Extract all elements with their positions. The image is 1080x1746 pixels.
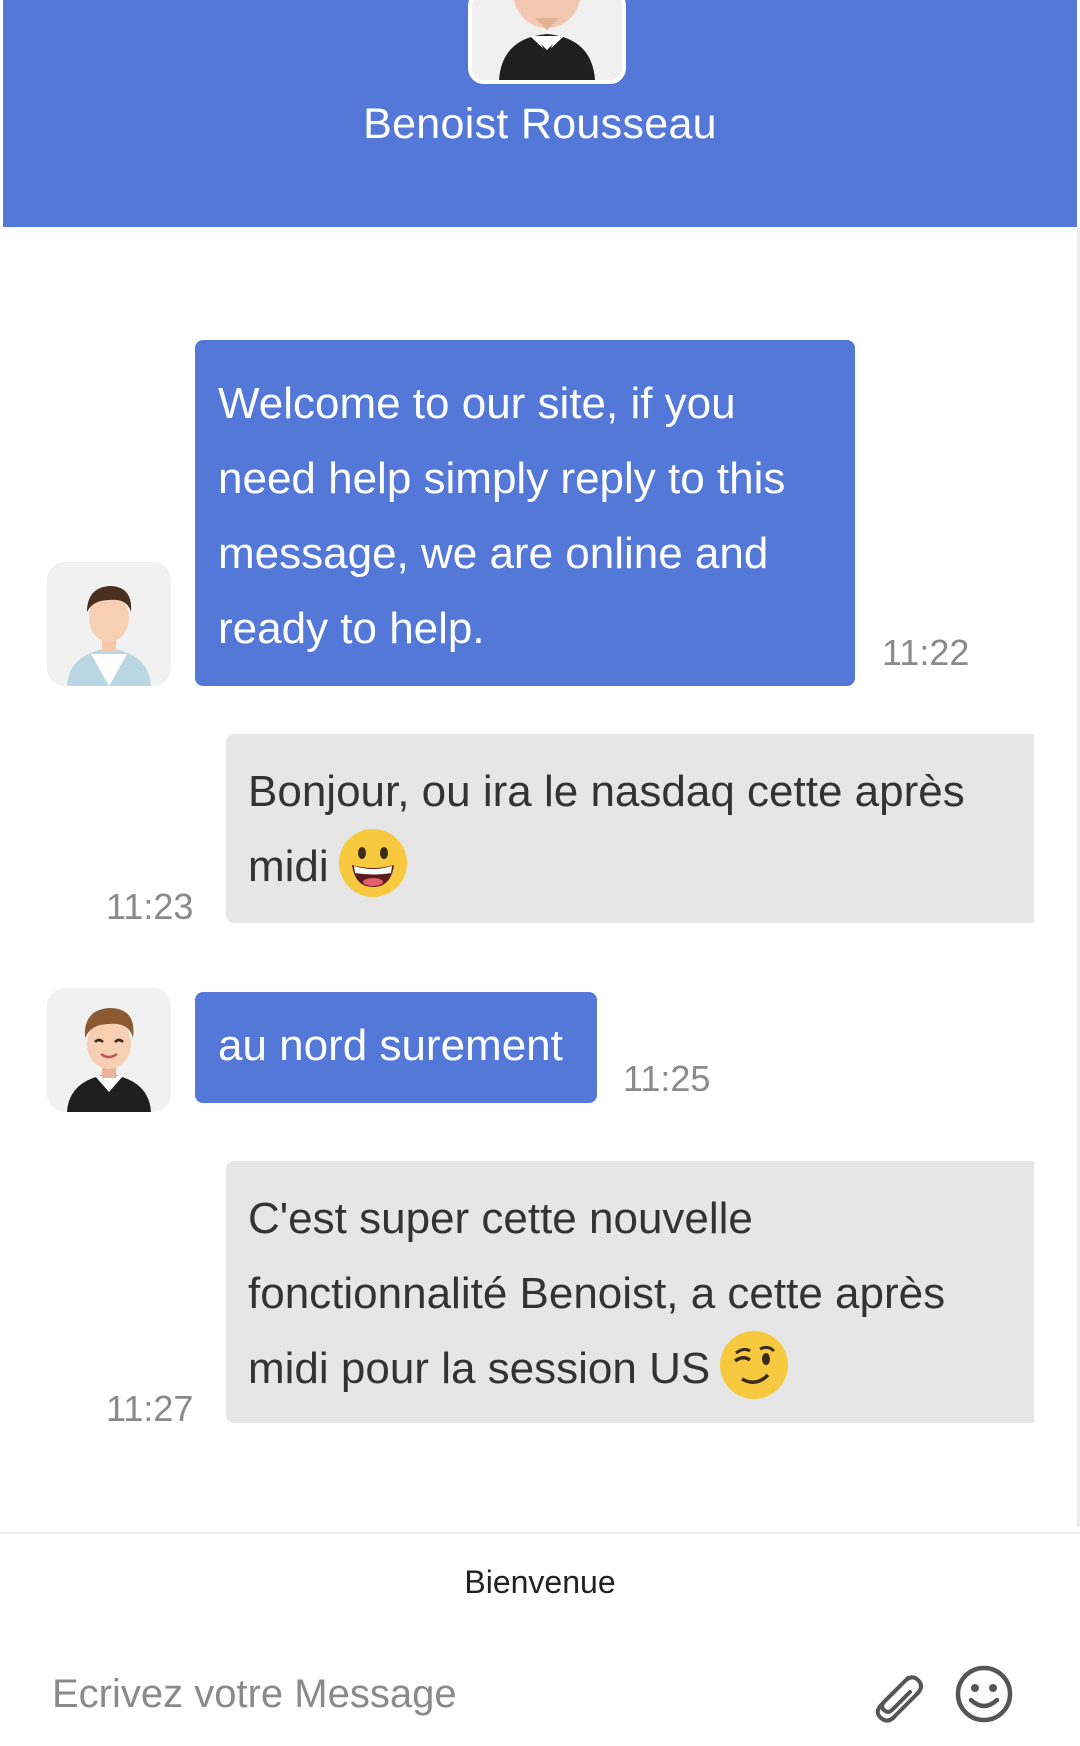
message-timestamp: 11:25 [623, 1058, 711, 1099]
contact-name: Benoist Rousseau [363, 100, 717, 148]
message-text: C'est super cette nouvelle fonctionnalit… [248, 1194, 946, 1393]
message-bubble[interactable]: Welcome to our site, if you need help si… [195, 340, 855, 686]
grinning-face-icon [338, 829, 407, 898]
message-input[interactable] [52, 1664, 812, 1724]
message-text: au nord surement [218, 1021, 563, 1070]
chat-screen: Benoist Rousseau Welcome to our site, if… [0, 0, 1080, 1746]
message-timestamp: 11:27 [106, 1388, 194, 1429]
attach-button[interactable] [864, 1664, 928, 1728]
message-bubble[interactable]: au nord surement [195, 992, 597, 1103]
user-avatar-icon [47, 988, 171, 1112]
paperclip-icon [875, 1675, 923, 1723]
message-avatar [47, 562, 171, 686]
message-bubble[interactable]: C'est super cette nouvelle fonctionnalit… [226, 1161, 1034, 1424]
chat-header: Benoist Rousseau [3, 0, 1077, 227]
welcome-banner: Bienvenue [464, 1564, 616, 1600]
smiley-icon [955, 1665, 1013, 1723]
agent-avatar-icon [472, 0, 622, 80]
agent-avatar [468, 0, 626, 84]
user-avatar-icon [47, 562, 171, 686]
winking-face-icon [720, 1331, 789, 1400]
composer: Bienvenue [0, 1532, 1080, 1746]
message-avatar [47, 988, 171, 1112]
message-bubble[interactable]: Bonjour, ou ira le nasdaq cette après mi… [226, 734, 1034, 924]
message-timestamp: 11:22 [882, 632, 970, 673]
emoji-button[interactable] [952, 1662, 1016, 1726]
message-timestamp: 11:23 [106, 886, 194, 927]
message-text: Welcome to our site, if you need help si… [218, 379, 786, 653]
